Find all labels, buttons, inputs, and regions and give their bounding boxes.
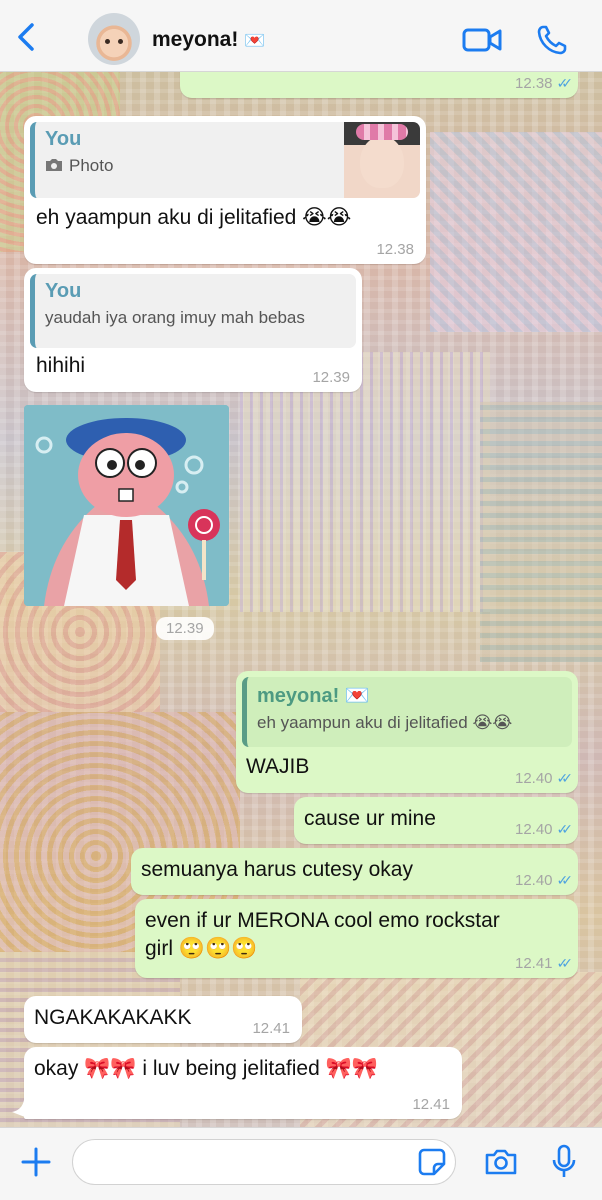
plus-icon[interactable] — [20, 1146, 52, 1178]
patrick-sticker — [24, 405, 229, 606]
read-ticks-icon: ✓✓ — [556, 821, 574, 837]
quoted-reply[interactable]: You Photo — [30, 122, 420, 198]
message-text: even if ur MERONA cool emo rockstar — [145, 909, 500, 932]
microphone-icon[interactable] — [550, 1144, 578, 1180]
message-time: 12.40 ✓✓ — [514, 821, 574, 838]
message-bubble-incoming[interactable]: okay 🎀🎀 i luv being jelitafied 🎀🎀 12.41 — [24, 1047, 462, 1119]
message-time: 12.38 — [376, 241, 414, 258]
message-time: 12.41 — [412, 1096, 450, 1113]
message-bubble-outgoing[interactable]: cause ur mine 12.40 ✓✓ — [294, 797, 578, 844]
message-bubble-incoming[interactable]: NGAKAKAKAKK 12.41 — [24, 996, 302, 1043]
message-input[interactable] — [72, 1139, 456, 1185]
contact-avatar[interactable] — [88, 13, 140, 65]
chat-header: meyona! 💌 — [0, 0, 602, 72]
quoted-reply[interactable]: You yaudah iya orang imuy mah bebas — [30, 274, 356, 348]
message-time: 12.41 ✓✓ — [514, 955, 574, 972]
phone-icon[interactable] — [536, 24, 568, 56]
photo-thumbnail[interactable] — [344, 122, 420, 198]
bubble-tail — [12, 1100, 30, 1119]
sticker-image[interactable] — [24, 405, 229, 606]
heart-letter-emoji: 💌 — [244, 31, 266, 50]
message-text: semuanya harus cutesy okay — [141, 858, 413, 881]
quoted-reply[interactable]: meyona! 💌 eh yaampun aku di jelitafied 😭… — [242, 677, 572, 747]
message-time: 12.39 — [312, 369, 350, 386]
message-bubble-outgoing[interactable]: even if ur MERONA cool emo rockstar girl… — [135, 899, 578, 978]
message-bubble-incoming[interactable]: You yaudah iya orang imuy mah bebas hihi… — [24, 268, 362, 392]
read-ticks-icon: ✓✓ — [556, 75, 574, 91]
quote-author: meyona! 💌 — [257, 685, 370, 707]
message-time: 12.41 — [252, 1020, 290, 1037]
back-chevron-icon[interactable] — [14, 22, 42, 52]
message-text: hihihi — [36, 354, 86, 377]
read-ticks-icon: ✓✓ — [556, 872, 574, 888]
message-bubble-incoming[interactable]: You Photo eh yaampun aku di jelitafied 😭… — [24, 116, 426, 264]
camera-icon — [46, 159, 62, 171]
camera-icon[interactable] — [484, 1148, 518, 1176]
read-ticks-icon: ✓✓ — [556, 955, 574, 971]
message-time: 12.40 ✓✓ — [514, 770, 574, 787]
message-time: 12.40 ✓✓ — [514, 872, 574, 889]
message-text: girl 🙄🙄🙄 — [145, 937, 258, 960]
sticker-icon[interactable] — [418, 1148, 446, 1176]
quote-text: eh yaampun aku di jelitafied 😭😭 — [257, 713, 513, 732]
quote-text: yaudah iya orang imuy mah bebas — [45, 308, 305, 327]
wallpaper-pattern — [480, 402, 602, 662]
wallpaper-pattern — [430, 132, 602, 332]
video-call-icon[interactable] — [462, 26, 502, 54]
message-bubble-outgoing[interactable]: semuanya harus cutesy okay 12.40 ✓✓ — [131, 848, 578, 895]
message-time: 12.38 ✓✓ — [514, 75, 574, 92]
quote-author: You — [45, 280, 82, 302]
contact-name[interactable]: meyona! 💌 — [152, 28, 266, 52]
read-ticks-icon: ✓✓ — [556, 770, 574, 786]
message-bubble-outgoing[interactable]: meyona! 💌 eh yaampun aku di jelitafied 😭… — [236, 671, 578, 793]
message-text: eh yaampun aku di jelitafied 😭😭 — [36, 206, 352, 229]
message-time: 12.39 — [156, 617, 214, 640]
message-text: okay 🎀🎀 i luv being jelitafied 🎀🎀 — [34, 1057, 378, 1080]
contact-name-text: meyona! — [152, 28, 239, 51]
message-composer — [0, 1127, 602, 1200]
